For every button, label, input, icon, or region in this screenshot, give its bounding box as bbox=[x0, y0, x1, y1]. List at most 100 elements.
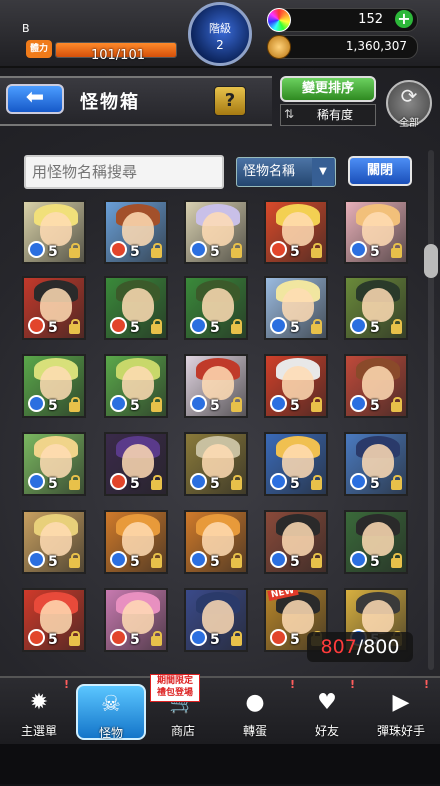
water-element-icon bbox=[350, 473, 367, 490]
water-element-icon bbox=[350, 241, 367, 258]
monster-level: 5 bbox=[48, 554, 58, 570]
monster-card[interactable]: 5 bbox=[22, 276, 86, 340]
monster-card[interactable]: 5 bbox=[104, 276, 168, 340]
alert-icon: ! bbox=[424, 678, 430, 691]
nav-icon: ▶ bbox=[392, 690, 410, 715]
nav-label: 商店 bbox=[170, 724, 195, 738]
monster-card[interactable]: 5 bbox=[344, 432, 408, 496]
fire-element-icon bbox=[110, 317, 127, 334]
monster-level: 5 bbox=[210, 554, 220, 570]
monster-card[interactable]: 5 bbox=[184, 432, 248, 496]
monster-card[interactable]: 5 bbox=[104, 432, 168, 496]
monster-card[interactable]: 5 bbox=[184, 588, 248, 652]
monster-card[interactable]: 5 bbox=[22, 432, 86, 496]
monster-card[interactable]: 5 bbox=[104, 354, 168, 418]
lock-icon bbox=[311, 475, 322, 490]
close-search-button[interactable]: 關閉 bbox=[348, 156, 412, 186]
monster-card[interactable]: 5 bbox=[264, 200, 328, 264]
monster-card[interactable]: 5 bbox=[344, 354, 408, 418]
lock-icon bbox=[231, 553, 242, 568]
monster-level: 5 bbox=[48, 320, 58, 336]
help-button[interactable]: ? bbox=[214, 86, 246, 116]
monster-portrait bbox=[122, 600, 154, 634]
monster-card[interactable]: 5 bbox=[184, 276, 248, 340]
scroll-track bbox=[428, 150, 434, 670]
nav-item-4[interactable]: ♥ 好友 bbox=[292, 684, 362, 740]
monster-card[interactable]: 5 bbox=[344, 276, 408, 340]
monster-card[interactable]: 5 bbox=[22, 588, 86, 652]
scrollbar-handle[interactable] bbox=[424, 244, 438, 278]
alert-icon: ! bbox=[290, 678, 296, 691]
rank-label: 階級 bbox=[209, 22, 231, 35]
monster-portrait bbox=[282, 212, 314, 246]
monster-card[interactable]: 5 bbox=[22, 510, 86, 574]
nav-icon: ♥ bbox=[317, 690, 337, 715]
add-gems-button[interactable]: + bbox=[395, 10, 413, 28]
lock-icon bbox=[69, 553, 80, 568]
nav-label: 彈珠好手 bbox=[376, 724, 425, 738]
filter-all-label: 全部 bbox=[399, 118, 419, 129]
monster-level: 5 bbox=[48, 476, 58, 492]
monster-card[interactable]: 5 bbox=[184, 510, 248, 574]
sort-order-label[interactable]: 稀有度 bbox=[280, 104, 376, 126]
monster-card[interactable]: 5 bbox=[264, 354, 328, 418]
monster-card[interactable]: 5 bbox=[104, 588, 168, 652]
monster-card[interactable]: 5 bbox=[344, 200, 408, 264]
box-count-max: /800 bbox=[356, 636, 400, 658]
monster-portrait bbox=[122, 288, 154, 322]
lock-icon bbox=[69, 319, 80, 334]
nav-item-1[interactable]: ☠ 怪物 bbox=[76, 684, 146, 740]
monster-level: 5 bbox=[210, 320, 220, 336]
monster-card[interactable]: 5 bbox=[184, 200, 248, 264]
monster-portrait bbox=[282, 366, 314, 400]
lock-icon bbox=[311, 397, 322, 412]
rank-orb[interactable]: 階級 2 bbox=[188, 2, 252, 66]
nav-item-3[interactable]: ● 轉蛋 bbox=[220, 684, 290, 740]
monster-search-input[interactable] bbox=[24, 155, 224, 189]
monster-card[interactable]: 5 bbox=[264, 432, 328, 496]
monster-portrait bbox=[40, 212, 72, 246]
nav-label: 主選單 bbox=[20, 724, 57, 738]
water-element-icon bbox=[190, 629, 207, 646]
lock-icon bbox=[231, 319, 242, 334]
lock-icon bbox=[311, 243, 322, 258]
monster-level: 5 bbox=[130, 398, 140, 414]
monster-portrait bbox=[40, 366, 72, 400]
monster-card[interactable]: 5 bbox=[104, 510, 168, 574]
rank-letter: B bbox=[22, 22, 30, 35]
lock-icon bbox=[311, 319, 322, 334]
water-element-icon bbox=[28, 551, 45, 568]
nav-item-0[interactable]: ✹ 主選單 bbox=[4, 684, 74, 740]
monster-card[interactable]: 5 bbox=[22, 200, 86, 264]
nav-item-5[interactable]: ▶ 彈珠好手 bbox=[366, 684, 436, 740]
monster-card[interactable]: 5 bbox=[264, 510, 328, 574]
monster-level: 5 bbox=[210, 632, 220, 648]
chevron-down-icon[interactable]: ▼ bbox=[312, 158, 334, 186]
monster-level: 5 bbox=[290, 244, 300, 260]
fire-element-icon bbox=[110, 241, 127, 258]
change-sort-button[interactable]: 變更排序 bbox=[280, 76, 376, 102]
monster-portrait bbox=[202, 212, 234, 246]
nav-label: 好友 bbox=[314, 724, 339, 738]
monster-portrait bbox=[122, 444, 154, 478]
lock-icon bbox=[391, 319, 402, 334]
back-button[interactable]: ⬅ bbox=[6, 84, 64, 114]
monster-card[interactable]: 5 bbox=[264, 276, 328, 340]
monster-portrait bbox=[202, 444, 234, 478]
water-element-icon bbox=[350, 317, 367, 334]
monster-card[interactable]: 5 bbox=[104, 200, 168, 264]
monster-level: 5 bbox=[130, 244, 140, 260]
fire-element-icon bbox=[270, 629, 287, 646]
fire-element-icon bbox=[270, 241, 287, 258]
water-element-icon bbox=[190, 551, 207, 568]
monster-portrait bbox=[202, 522, 234, 556]
monster-card[interactable]: 5 bbox=[22, 354, 86, 418]
nav-label: 怪物 bbox=[98, 726, 123, 740]
monster-portrait bbox=[40, 288, 72, 322]
alert-icon: ! bbox=[64, 678, 70, 691]
fire-element-icon bbox=[110, 629, 127, 646]
lock-icon bbox=[311, 553, 322, 568]
monster-card[interactable]: 5 bbox=[184, 354, 248, 418]
monster-card[interactable]: 5 bbox=[344, 510, 408, 574]
monster-level: 5 bbox=[290, 398, 300, 414]
